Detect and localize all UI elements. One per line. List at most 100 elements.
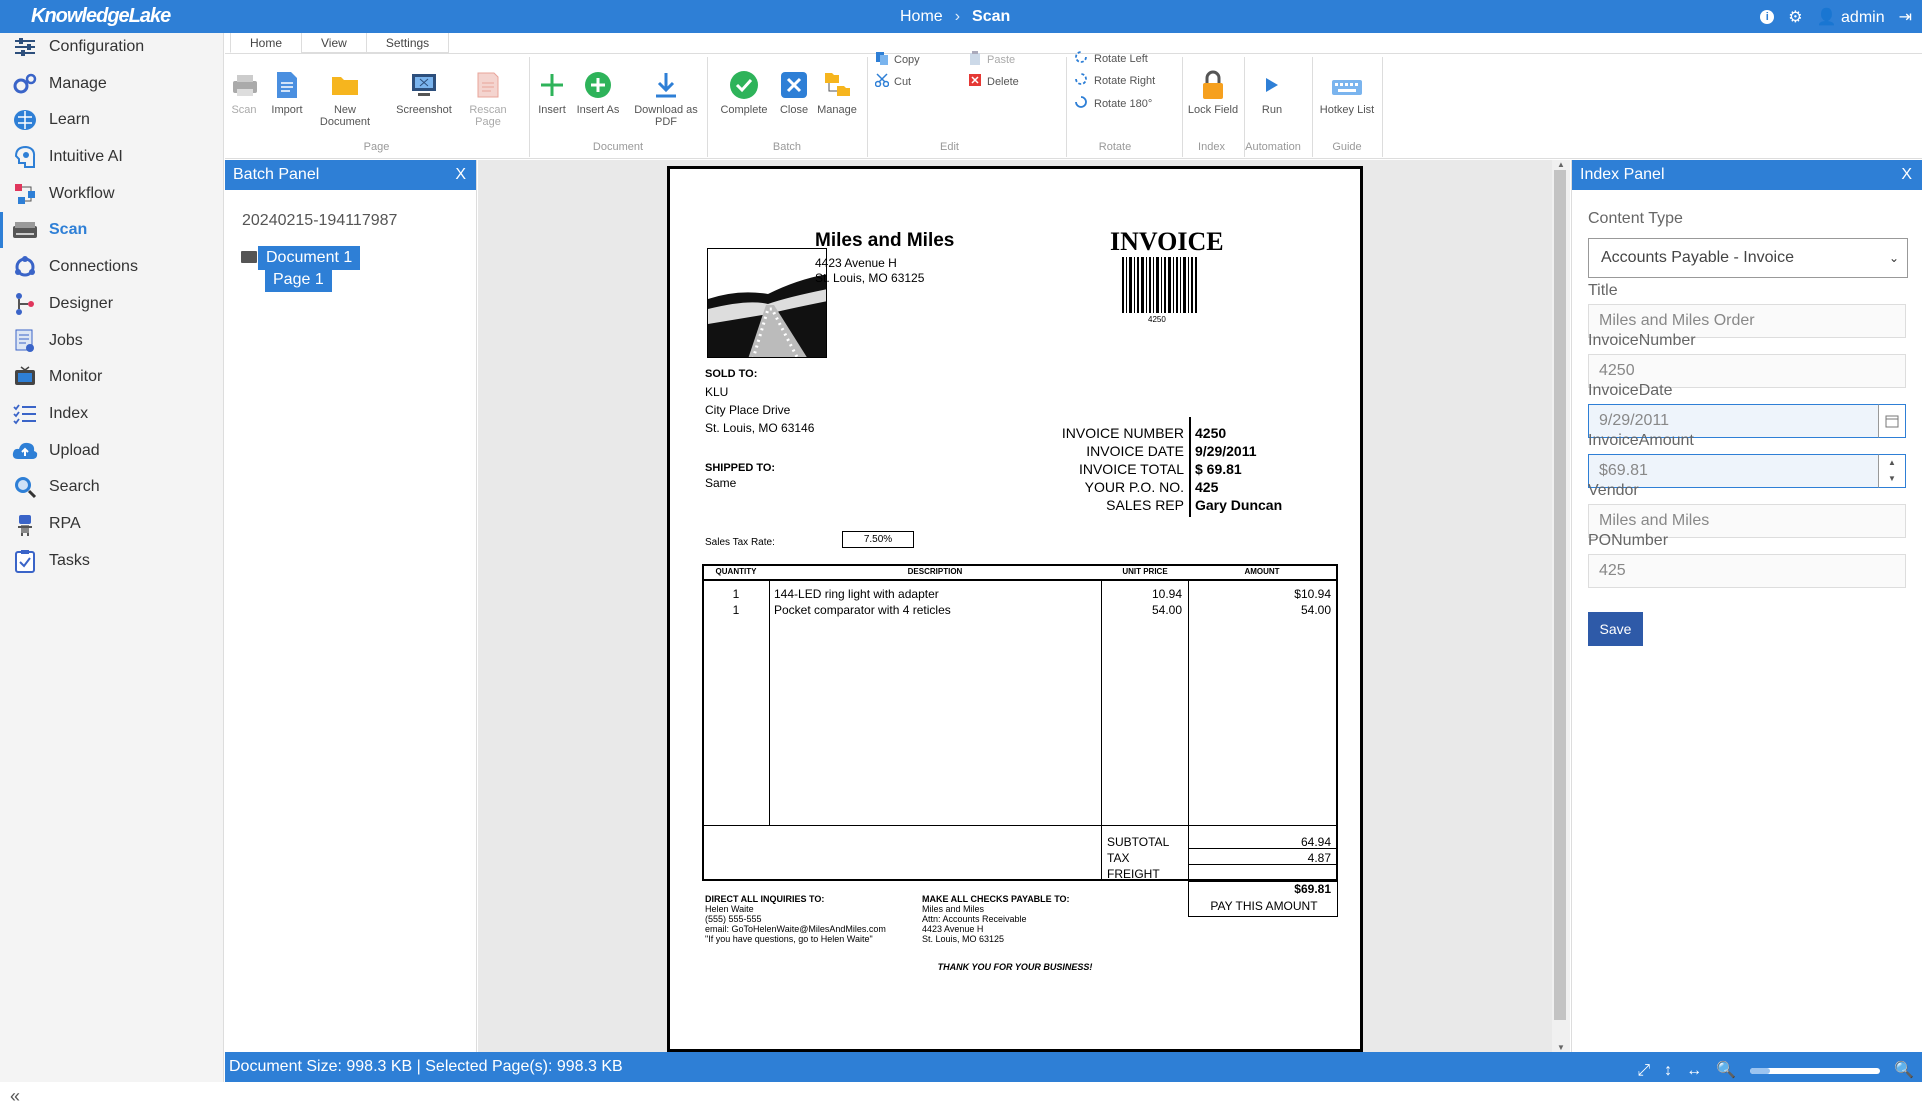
breadcrumb-home[interactable]: Home (900, 8, 943, 25)
cut-button[interactable]: Cut (874, 73, 911, 90)
save-button[interactable]: Save (1588, 612, 1643, 646)
line-unit-price: 10.94 (1151, 587, 1182, 601)
search-icon (12, 474, 38, 500)
sidebar-item-label: Manage (49, 75, 107, 92)
scrollbar-thumb[interactable] (1554, 170, 1566, 1020)
sidebar-item-manage[interactable]: Manage (0, 64, 224, 104)
table-footer-divider (702, 825, 1338, 826)
designer-icon (12, 291, 38, 317)
info-icon[interactable]: i (1760, 10, 1775, 24)
sidebar-item-intuitive-ai[interactable]: Intuitive AI (0, 137, 224, 177)
table-header-divider (702, 579, 1338, 581)
field-label-vendor: Vendor (1588, 482, 1639, 499)
breadcrumb-current: Scan (972, 8, 1011, 25)
batch-panel-close-button[interactable]: X (455, 160, 466, 190)
gear-icon[interactable]: ⚙ (1788, 7, 1802, 27)
sidebar-item-scan[interactable]: Scan (0, 210, 224, 250)
rotate-180-button[interactable]: Rotate 180° (1073, 94, 1152, 113)
sidebar-item-index[interactable]: Index (0, 394, 224, 434)
index-panel-title: Index Panel (1580, 166, 1665, 183)
tab-settings[interactable]: Settings (365, 33, 450, 53)
breadcrumb-separator: › (954, 8, 961, 25)
sidebar-item-upload[interactable]: Upload (0, 431, 224, 471)
insert-as-label: Insert As (576, 104, 620, 116)
sidebar-item-tasks[interactable]: Tasks (0, 541, 224, 581)
index-panel-close-button[interactable]: X (1901, 160, 1912, 190)
copy-button[interactable]: Copy (875, 51, 920, 68)
checks-payable-line: 4423 Avenue H (922, 924, 984, 934)
sold-to-line: City Place Drive (705, 403, 791, 417)
app-logo[interactable]: KnowledgeLake (31, 5, 171, 28)
barcode-number: 4250 (1148, 315, 1166, 324)
sidebar-item-label: Connections (49, 258, 138, 275)
tree-page-node[interactable]: Page 1 (265, 268, 332, 292)
group-label-edit: Edit (940, 141, 959, 153)
insert-as-button[interactable]: Insert As (574, 68, 622, 116)
download-pdf-button[interactable]: Download as PDF (631, 68, 701, 128)
scan-button[interactable]: Scan (231, 68, 257, 116)
jobs-icon (12, 328, 38, 354)
invoice-meta-label: INVOICE NUMBER (1061, 425, 1184, 441)
hotkey-list-button[interactable]: Hotkey List (1317, 68, 1377, 116)
tab-view[interactable]: View (301, 33, 367, 53)
scroll-up-icon[interactable]: ▲ (1552, 160, 1570, 169)
screenshot-button[interactable]: Screenshot (396, 68, 452, 116)
collapse-sidebar-icon[interactable]: « (10, 1086, 20, 1107)
rotate-right-button[interactable]: Rotate Right (1073, 71, 1155, 90)
invoice-meta-value: 425 (1195, 479, 1219, 495)
folder-open-icon (241, 251, 257, 263)
sidebar-item-jobs[interactable]: Jobs (0, 321, 224, 361)
delete-button[interactable]: Delete (968, 73, 1019, 90)
sidebar-item-designer[interactable]: Designer (0, 284, 224, 324)
sidebar-item-workflow[interactable]: Workflow (0, 174, 224, 214)
sidebar-item-label: Intuitive AI (49, 148, 123, 165)
calendar-button[interactable] (1878, 404, 1906, 438)
sidebar-item-label: Configuration (49, 38, 145, 55)
totals-divider (1188, 864, 1338, 865)
run-button[interactable]: Run (1257, 68, 1287, 116)
copy-label: Copy (894, 53, 920, 66)
content-type-select[interactable]: Accounts Payable - Invoice ⌄ (1588, 238, 1908, 278)
sidebar-item-monitor[interactable]: Monitor (0, 357, 224, 397)
tab-home[interactable]: Home (230, 33, 303, 53)
sidebar: Configuration Manage Learn Intuitive AI … (0, 33, 224, 1106)
checks-payable-line: Attn: Accounts Receivable (922, 914, 1027, 924)
user-icon: 👤 (1816, 9, 1837, 26)
manage-batch-button[interactable]: Manage (815, 68, 859, 116)
field-label-invoice-date: InvoiceDate (1588, 382, 1673, 399)
sidebar-item-label: RPA (49, 515, 81, 532)
po-number-field[interactable]: 425 (1588, 554, 1906, 588)
plus-circle-icon (574, 68, 622, 102)
inquiries-label: DIRECT ALL INQUIRIES TO: (705, 894, 825, 904)
zoom-slider[interactable] (1750, 1068, 1881, 1074)
sidebar-item-rpa[interactable]: RPA (0, 504, 224, 544)
shipped-to-label: SHIPPED TO: (705, 462, 776, 474)
rotate-left-button[interactable]: Rotate Left (1073, 49, 1148, 68)
sidebar-item-learn[interactable]: Learn (0, 100, 224, 140)
folder-tree-icon (815, 68, 859, 102)
amount-stepper[interactable]: ▲ ▼ (1878, 454, 1906, 488)
new-document-button[interactable]: New Document (313, 68, 377, 128)
insert-button[interactable]: Insert (537, 68, 567, 116)
logout-icon[interactable]: ⇥ (1899, 7, 1912, 27)
user-menu[interactable]: 👤 admin (1817, 7, 1885, 27)
rotate-right-icon (1073, 71, 1089, 90)
stepper-down-icon[interactable]: ▼ (1879, 471, 1905, 487)
import-button[interactable]: Import (271, 68, 303, 116)
sidebar-item-search[interactable]: Search (0, 467, 224, 507)
rescan-page-button[interactable]: Rescan Page (457, 68, 519, 128)
stepper-up-icon[interactable]: ▲ (1879, 455, 1905, 471)
tree-document-node[interactable]: Document 1 (258, 246, 361, 270)
close-icon (779, 68, 809, 102)
lock-field-button[interactable]: Lock Field (1187, 68, 1239, 116)
scroll-down-icon[interactable]: ▼ (1552, 1043, 1570, 1052)
download-pdf-label-line1: Download as (634, 104, 698, 116)
complete-button[interactable]: Complete (718, 68, 770, 116)
line-qty: 1 (732, 587, 740, 601)
sidebar-item-connections[interactable]: Connections (0, 247, 224, 287)
batch-id[interactable]: 20240215-194117987 (242, 212, 397, 230)
checks-payable-line: Miles and Miles (922, 904, 985, 914)
close-batch-button[interactable]: Close (779, 68, 809, 116)
paste-button[interactable]: Paste (968, 51, 1015, 68)
sidebar-item-configuration[interactable]: Configuration (0, 27, 224, 67)
